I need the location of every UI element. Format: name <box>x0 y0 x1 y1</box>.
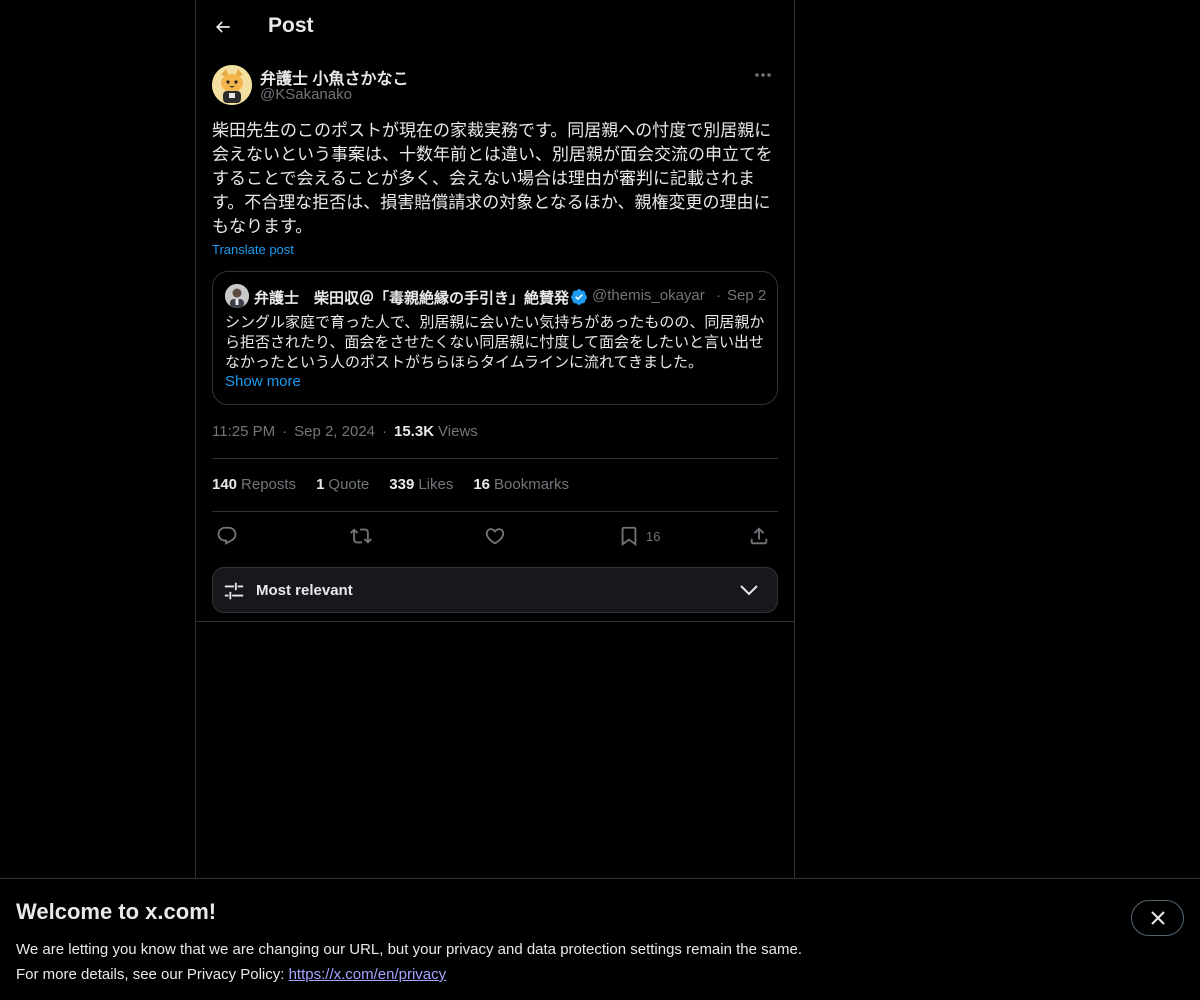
translate-post-link[interactable]: Translate post <box>212 242 294 257</box>
post-actions: 16 <box>212 522 778 550</box>
page-header: Post <box>196 0 794 55</box>
divider <box>212 458 778 459</box>
divider <box>196 621 794 622</box>
bookmark-count: 16 <box>646 528 661 544</box>
quoted-avatar <box>225 284 249 308</box>
author-handle[interactable]: @KSakanako <box>260 86 352 103</box>
arrow-left-icon <box>215 21 230 33</box>
person-avatar-icon <box>225 284 249 308</box>
more-horizontal-icon <box>755 73 771 77</box>
banner-line: We are letting you know that we are chan… <box>16 941 802 958</box>
quoted-date: Sep 2 <box>727 287 767 304</box>
post-date[interactable]: Sep 2, 2024 <box>294 423 375 440</box>
share-icon <box>750 527 768 545</box>
post-text: 柴田先生のこのポストが現在の家裁実務です。同居親への忖度で別居親に 会えないとい… <box>212 121 773 236</box>
separator-dot: · <box>282 423 288 440</box>
close-banner-button[interactable] <box>1131 900 1184 936</box>
reposts-stat[interactable]: 140 Reposts <box>212 476 296 493</box>
likes-stat[interactable]: 339 Likes <box>389 476 453 493</box>
bookmarks-stat[interactable]: 16 Bookmarks <box>473 476 569 493</box>
sort-replies-dropdown[interactable]: Most relevant <box>212 567 778 613</box>
quoted-author-handle: @themis_okayar <box>592 287 705 304</box>
welcome-banner: Welcome to x.com! We are letting you kno… <box>0 878 1200 1000</box>
verified-badge-icon <box>571 289 587 305</box>
bookmark-button[interactable]: 16 <box>618 522 660 550</box>
views-label: Views <box>438 423 478 440</box>
quoted-text: シングル家庭で育った人で、別居親に会いたい気持ちがあったものの、同居親か ら拒否… <box>225 314 765 371</box>
separator-dot: · <box>716 287 721 304</box>
post-time[interactable]: 11:25 PM <box>212 423 275 440</box>
like-button[interactable] <box>484 522 506 550</box>
quoted-post[interactable]: 弁護士 柴田収＠「毒親絶縁の手引き」絶賛発 @themis_okayar · S… <box>212 271 778 405</box>
repost-icon <box>350 528 372 544</box>
banner-line: For more details, see our Privacy Policy… <box>16 966 447 983</box>
separator-dot: · <box>382 423 387 440</box>
share-button[interactable] <box>748 522 770 550</box>
heart-icon <box>485 528 505 545</box>
divider <box>212 511 778 512</box>
reply-icon <box>217 526 237 545</box>
reply-button[interactable] <box>216 522 238 550</box>
post-meta: 11:25 PM · Sep 2, 2024 · 15.3K Views <box>212 423 478 440</box>
bookmark-icon <box>621 526 637 547</box>
chevron-down-icon <box>740 585 758 596</box>
banner-title: Welcome to x.com! <box>16 899 217 924</box>
show-more-link[interactable]: Show more <box>225 373 301 390</box>
back-button[interactable] <box>208 12 238 42</box>
quotes-stat[interactable]: 1 Quote <box>316 476 369 493</box>
engagement-stats: 140 Reposts 1 Quote 339 Likes 16 Bookmarks <box>212 476 569 493</box>
avatar[interactable] <box>212 65 252 105</box>
page-title: Post <box>268 14 314 37</box>
privacy-policy-link[interactable]: https://x.com/en/privacy <box>289 966 447 983</box>
close-icon <box>1150 911 1165 925</box>
cat-avatar-icon <box>212 65 252 105</box>
sliders-icon <box>224 582 244 600</box>
more-options-button[interactable] <box>748 64 778 86</box>
views-count: 15.3K <box>394 423 435 440</box>
sort-label: Most relevant <box>256 582 353 599</box>
banner-text: We are letting you know that we are chan… <box>16 937 802 987</box>
quoted-author-name: 弁護士 柴田収＠「毒親絶縁の手引き」絶賛発 <box>254 290 570 307</box>
main-column: Post 弁護士 小魚さかなこ @KSakanako 柴田先生のこのポストが現在… <box>195 0 795 880</box>
post-author: 弁護士 小魚さかなこ @KSakanako <box>212 64 778 108</box>
repost-button[interactable] <box>350 522 372 550</box>
